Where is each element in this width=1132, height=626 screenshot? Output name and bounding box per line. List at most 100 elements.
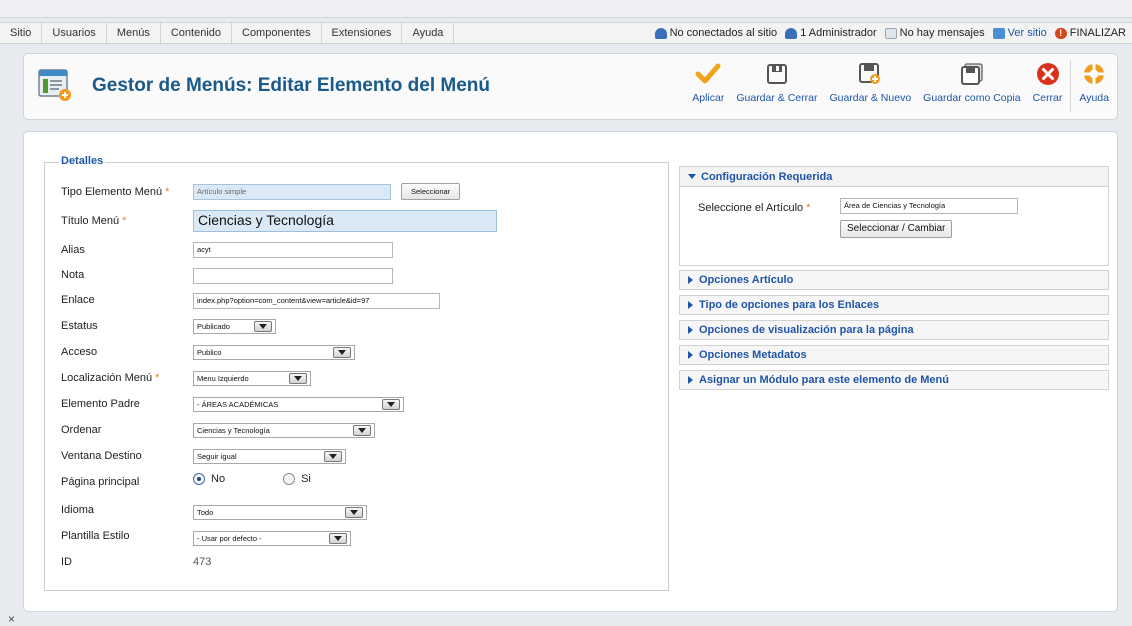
alias-control: acyt	[193, 242, 393, 258]
details-legend: Detalles	[59, 155, 106, 167]
close-icon	[1035, 60, 1061, 88]
row-status: Estatus	[61, 317, 98, 335]
status-not-connected-text: No conectados al sitio	[669, 27, 778, 39]
view-site-link[interactable]: Ver sitio	[992, 27, 1047, 39]
close-button[interactable]: Cerrar	[1027, 60, 1069, 104]
language-select[interactable]: Todo	[193, 505, 367, 520]
order-select[interactable]: Ciencias y Tecnología	[193, 423, 375, 438]
menu-componentes[interactable]: Componentes	[232, 23, 322, 43]
options-accordion: Configuración Requerida Seleccione el Ar…	[679, 166, 1109, 395]
chevron-down-icon	[382, 399, 400, 410]
save-close-label: Guardar & Cerrar	[736, 92, 818, 104]
required-config-title: Configuración Requerida	[701, 170, 833, 183]
parent-select[interactable]: - ÁREAS ACADÉMICAS	[193, 397, 404, 412]
chevron-down-icon	[324, 451, 342, 462]
title-label-text: Título Menú	[61, 215, 120, 227]
section-module-assignment[interactable]: Asignar un Módulo para este elemento de …	[679, 370, 1109, 390]
save-copy-button[interactable]: Guardar como Copia	[917, 60, 1026, 104]
menu-ayuda[interactable]: Ayuda	[402, 23, 455, 43]
title-input[interactable]: Ciencias y Tecnología	[193, 210, 497, 232]
window-top-strip	[0, 0, 1132, 18]
note-control	[193, 268, 393, 284]
menu-location-select[interactable]: Menu Izquierdo	[193, 371, 311, 386]
access-control: Publico	[193, 345, 355, 360]
select-change-article-button[interactable]: Seleccionar / Cambiar	[840, 220, 953, 238]
save-new-button[interactable]: Guardar & Nuevo	[823, 60, 917, 104]
status-messages[interactable]: No hay mensajes	[884, 27, 985, 39]
section-page-display-options-label: Opciones de visualización para la página	[699, 324, 914, 336]
section-link-type-options[interactable]: Tipo de opciones para los Enlaces	[679, 295, 1109, 315]
apply-label: Aplicar	[692, 92, 725, 104]
menu-contenido[interactable]: Contenido	[161, 23, 232, 43]
alias-input[interactable]: acyt	[193, 242, 393, 258]
link-control: index.php?option=com_content&view=articl…	[193, 293, 440, 309]
triangle-right-icon	[688, 301, 693, 309]
target-select[interactable]: Seguir igual	[193, 449, 346, 464]
status-not-connected: No conectados al sitio	[654, 27, 778, 39]
triangle-right-icon	[688, 376, 693, 384]
menu-location-control: Menu Izquierdo	[193, 371, 311, 386]
chevron-down-icon	[353, 425, 371, 436]
id-label: ID	[61, 556, 72, 568]
help-label: Ayuda	[1079, 92, 1109, 104]
help-button[interactable]: Ayuda	[1073, 60, 1115, 104]
select-type-button[interactable]: Seleccionar	[401, 183, 461, 200]
home-radio-no[interactable]	[193, 473, 205, 485]
section-page-display-options[interactable]: Opciones de visualización para la página	[679, 320, 1109, 340]
triangle-right-icon	[688, 351, 693, 359]
section-article-options-label: Opciones Artículo	[699, 274, 794, 286]
menu-sitio[interactable]: Sitio	[0, 23, 43, 43]
status-area: No conectados al sitio 1 Administrador N…	[654, 23, 1132, 43]
note-input[interactable]	[193, 268, 393, 284]
status-admins: 1 Administrador	[785, 27, 877, 39]
close-x-icon[interactable]: ×	[8, 612, 15, 626]
logout-link[interactable]: ! FINALIZAR	[1054, 27, 1126, 39]
link-label: Enlace	[61, 294, 95, 306]
section-metadata-options[interactable]: Opciones Metadatos	[679, 345, 1109, 365]
toolbar: Aplicar Guardar & Cerrar Guardar & Nuevo…	[686, 60, 1115, 116]
status-select[interactable]: Publicado	[193, 319, 276, 334]
access-select[interactable]: Publico	[193, 345, 355, 360]
row-menu-type: Tipo Elemento Menú *	[61, 183, 169, 201]
users-icon	[654, 27, 667, 39]
toolbar-divider	[1070, 60, 1072, 112]
template-select[interactable]: - Usar por defecto -	[193, 531, 351, 546]
article-label: Seleccione el Artículo *	[698, 202, 810, 214]
language-label: Idioma	[61, 504, 95, 516]
language-control: Todo	[193, 505, 367, 520]
link-input[interactable]: index.php?option=com_content&view=articl…	[193, 293, 440, 309]
apply-button[interactable]: Aplicar	[686, 60, 730, 104]
checkmark-icon	[695, 60, 721, 88]
access-label: Acceso	[61, 346, 98, 358]
chevron-down-icon	[345, 507, 363, 518]
lifebuoy-icon	[1081, 60, 1107, 88]
menu-extensiones[interactable]: Extensiones	[322, 23, 403, 43]
status-messages-text: No hay mensajes	[899, 27, 985, 39]
chevron-down-icon	[329, 533, 347, 544]
save-close-button[interactable]: Guardar & Cerrar	[730, 60, 823, 104]
home-radio-yes[interactable]	[283, 473, 296, 485]
row-title: Título Menú *	[61, 212, 126, 230]
row-alias: Alias	[61, 241, 85, 259]
row-order: Ordenar	[61, 421, 101, 439]
order-select-value: Ciencias y Tecnología	[197, 426, 270, 435]
row-menu-location: Localización Menú *	[61, 369, 159, 387]
admin-menubar: Sitio Usuarios Menús Contenido Component…	[0, 22, 1132, 44]
required-config-header[interactable]: Configuración Requerida	[680, 167, 1108, 187]
target-control: Seguir igual	[193, 449, 346, 464]
alias-label: Alias	[61, 244, 85, 256]
title-control: Ciencias y Tecnología	[193, 210, 497, 232]
toolbar-header: Gestor de Menús: Editar Elemento del Men…	[23, 53, 1118, 120]
menu-usuarios[interactable]: Usuarios	[42, 23, 107, 43]
row-template: Plantilla Estilo	[61, 527, 129, 545]
row-access: Acceso	[61, 343, 97, 361]
required-star: *	[122, 215, 127, 227]
menu-menus[interactable]: Menús	[107, 23, 161, 43]
chevron-down-icon	[289, 373, 307, 384]
required-star: *	[155, 372, 160, 384]
home-control: No Si	[193, 473, 311, 485]
home-label: Página principal	[61, 476, 140, 488]
section-article-options[interactable]: Opciones Artículo	[679, 270, 1109, 290]
parent-label: Elemento Padre	[61, 398, 140, 410]
menu-type-label-text: Tipo Elemento Menú	[61, 186, 163, 198]
